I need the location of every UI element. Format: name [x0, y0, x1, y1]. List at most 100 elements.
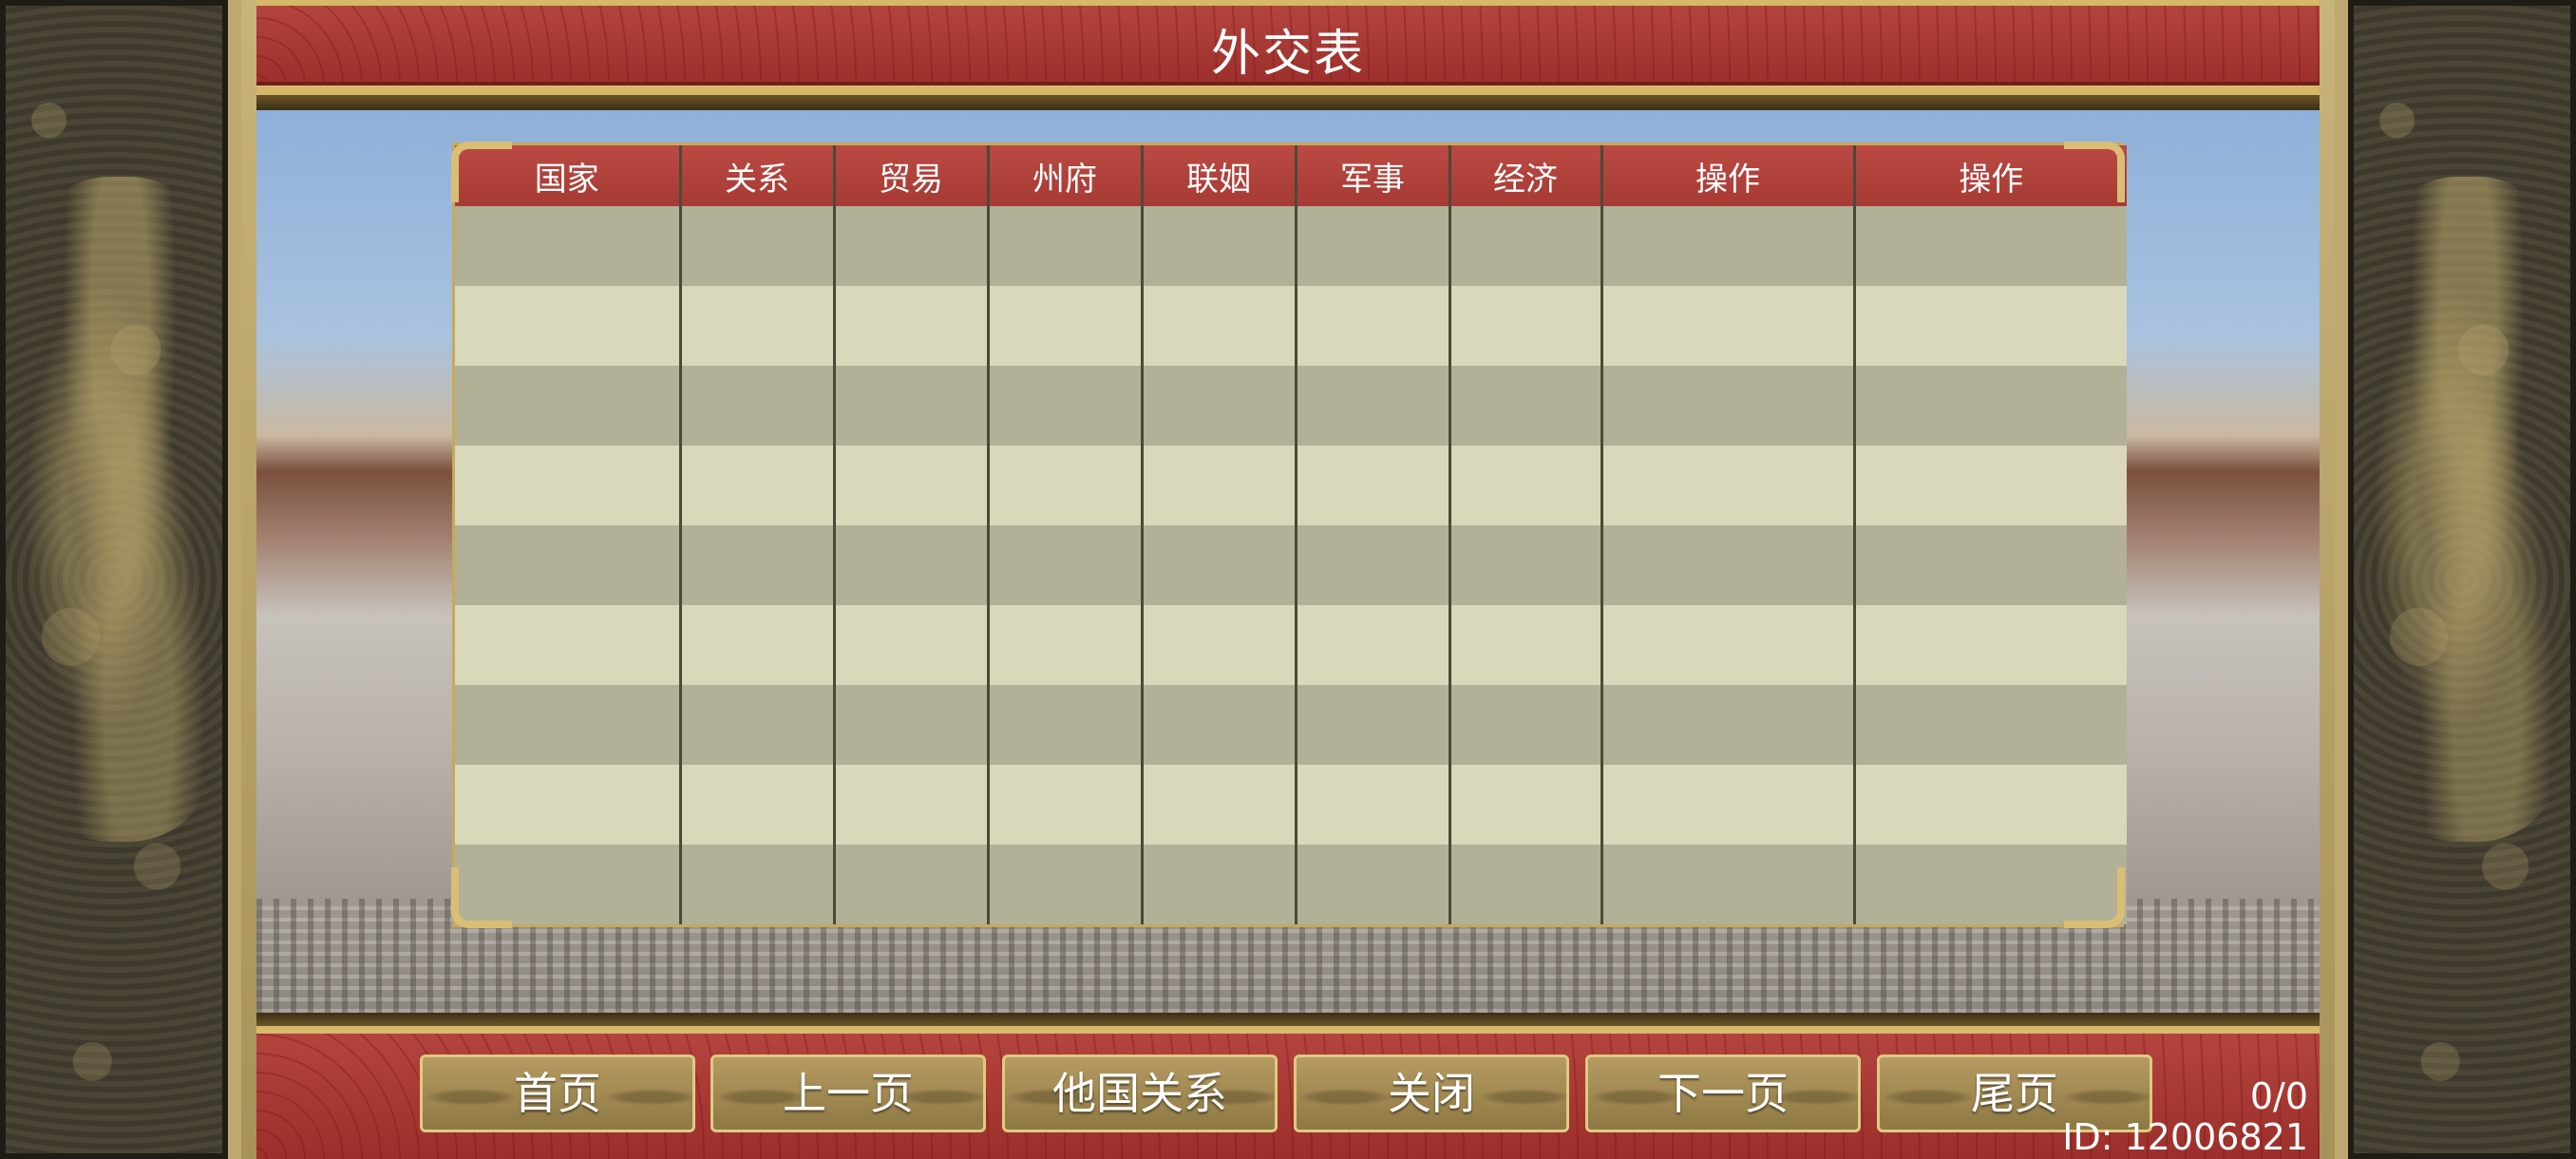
- dragon-ornament-icon: [25, 177, 215, 842]
- table-cell: [1601, 366, 1856, 446]
- table-cell: [455, 685, 682, 765]
- diplomacy-table-panel: 国家 关系 贸易 州府 联姻 军事 经济 操作 操作: [451, 142, 2127, 928]
- left-dragon-panel: [0, 0, 228, 1159]
- table-cell: [455, 605, 682, 685]
- title-banner: 外交表: [256, 0, 2320, 95]
- table-cell: [834, 286, 990, 366]
- column-header-action-1: 操作: [1601, 145, 1856, 206]
- table-cell: [1601, 525, 1856, 605]
- table-cell: [834, 525, 990, 605]
- other-relations-button[interactable]: 他国关系: [1002, 1054, 1278, 1132]
- table-cell: [1601, 685, 1856, 765]
- diplomacy-screen: 外交表 国家 关系 贸易 州府 联姻 军事 经济 操作 操作 首页 上一页 他国…: [0, 0, 2576, 1159]
- top-rail: [256, 95, 2320, 110]
- table-cell: [988, 366, 1144, 446]
- table-cell: [1854, 845, 2127, 924]
- table-cell: [1296, 286, 1451, 366]
- table-cell: [988, 765, 1144, 845]
- table-cell: [680, 845, 836, 924]
- table-cell: [988, 685, 1144, 765]
- table-cell: [455, 286, 682, 366]
- table-cell: [1854, 286, 2127, 366]
- table-cell: [1854, 366, 2127, 446]
- next-page-button[interactable]: 下一页: [1585, 1054, 1861, 1132]
- table-cell: [834, 366, 990, 446]
- close-button[interactable]: 关闭: [1294, 1054, 1569, 1132]
- bottom-rail: [256, 1013, 2320, 1026]
- user-id: ID: 12006821: [2062, 1116, 2308, 1158]
- table-row: [455, 845, 2127, 924]
- table-header-row: 国家 关系 贸易 州府 联姻 军事 经济 操作 操作: [455, 145, 2127, 206]
- table-cell: [455, 525, 682, 605]
- table-cell: [680, 765, 836, 845]
- table-cell: [834, 605, 990, 685]
- column-header-prefecture: 州府: [988, 145, 1144, 206]
- table-cell: [988, 446, 1144, 525]
- table-cell: [680, 685, 836, 765]
- table-row: [455, 206, 2127, 286]
- table-cell: [1142, 366, 1297, 446]
- table-cell: [455, 765, 682, 845]
- table-cell: [455, 446, 682, 525]
- table-cell: [680, 605, 836, 685]
- table-cell: [455, 366, 682, 446]
- table-cell: [1601, 765, 1856, 845]
- column-header-military: 军事: [1296, 145, 1451, 206]
- column-header-trade: 贸易: [834, 145, 990, 206]
- table-cell: [1449, 525, 1603, 605]
- table-cell: [834, 765, 990, 845]
- table-row: [455, 605, 2127, 685]
- page-title: 外交表: [1210, 26, 1365, 83]
- table-cell: [680, 446, 836, 525]
- table-cell: [680, 366, 836, 446]
- table-cell: [1296, 366, 1451, 446]
- column-header-country: 国家: [455, 145, 682, 206]
- table-cell: [988, 605, 1144, 685]
- table-cell: [455, 206, 682, 286]
- table-cell: [1601, 605, 1856, 685]
- prev-page-button[interactable]: 上一页: [710, 1054, 986, 1132]
- table-row: [455, 685, 2127, 765]
- table-cell: [1854, 525, 2127, 605]
- table-cell: [1449, 446, 1603, 525]
- table-cell: [1449, 685, 1603, 765]
- table-cell: [1601, 206, 1856, 286]
- table-cell: [1296, 765, 1451, 845]
- table-cell: [988, 845, 1144, 924]
- table-cell: [1296, 525, 1451, 605]
- table-cell: [1854, 206, 2127, 286]
- diplomacy-table: 国家 关系 贸易 州府 联姻 军事 经济 操作 操作: [455, 145, 2127, 924]
- table-cell: [1449, 286, 1603, 366]
- table-cell: [988, 206, 1144, 286]
- table-cell: [1854, 605, 2127, 685]
- table-cell: [1449, 845, 1603, 924]
- table-cell: [1854, 685, 2127, 765]
- first-page-button[interactable]: 首页: [420, 1054, 695, 1132]
- table-cell: [1296, 446, 1451, 525]
- table-cell: [1142, 206, 1297, 286]
- table-cell: [1142, 765, 1297, 845]
- dragon-ornament-icon: [2373, 177, 2563, 842]
- table-cell: [1296, 605, 1451, 685]
- table-row: [455, 525, 2127, 605]
- table-cell: [1142, 845, 1297, 924]
- table-cell: [1601, 845, 1856, 924]
- table-cell: [1449, 605, 1603, 685]
- right-dragon-panel: [2348, 0, 2576, 1159]
- column-header-relation: 关系: [680, 145, 836, 206]
- table-row: [455, 286, 2127, 366]
- table-cell: [680, 206, 836, 286]
- table-cell: [1854, 765, 2127, 845]
- table-cell: [1142, 525, 1297, 605]
- table-cell: [988, 525, 1144, 605]
- table-cell: [1142, 685, 1297, 765]
- table-row: [455, 446, 2127, 525]
- table-cell: [834, 206, 990, 286]
- table-cell: [1449, 765, 1603, 845]
- column-header-action-2: 操作: [1854, 145, 2127, 206]
- table-cell: [1854, 446, 2127, 525]
- table-cell: [1142, 286, 1297, 366]
- table-cell: [680, 286, 836, 366]
- table-row: [455, 765, 2127, 845]
- table-cell: [1601, 446, 1856, 525]
